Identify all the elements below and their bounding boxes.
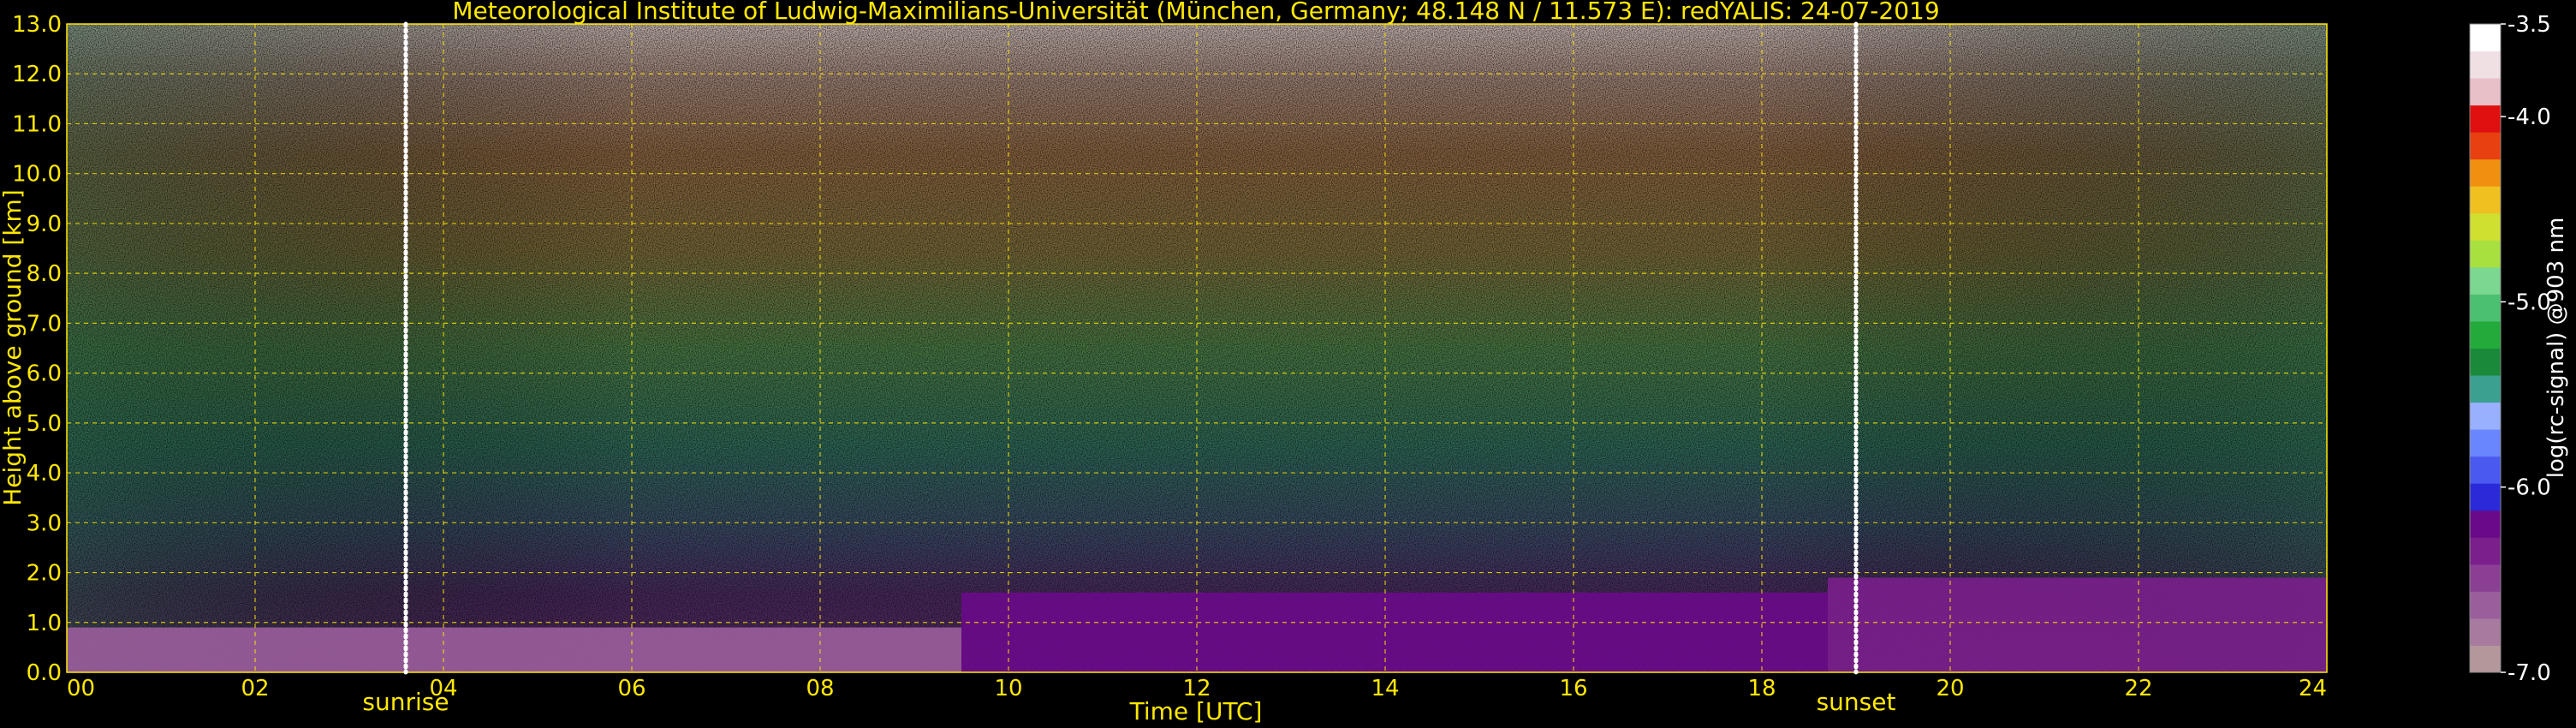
colorbar-segment xyxy=(2470,294,2501,322)
colorbar-segment xyxy=(2470,51,2501,79)
colorbar-segment xyxy=(2470,104,2501,133)
y-tick-label: 1.0 xyxy=(27,611,62,636)
y-tick-label: 8.0 xyxy=(27,261,62,287)
x-tick-label: 20 xyxy=(1936,676,1964,701)
x-tick-label: 14 xyxy=(1371,676,1399,701)
colorbar-segment xyxy=(2470,132,2501,160)
colorbar-segment xyxy=(2470,266,2501,295)
colorbar-segment xyxy=(2470,212,2501,241)
colorbar-segment xyxy=(2470,158,2501,187)
y-tick-label: 12.0 xyxy=(12,62,62,87)
x-tick-label: 02 xyxy=(241,676,269,701)
x-tick-label: 18 xyxy=(1747,676,1776,701)
sunrise-label: sunrise xyxy=(362,688,449,716)
colorbar-segment xyxy=(2470,78,2501,106)
signal-band-2 xyxy=(1828,577,2327,672)
colorbar-segment xyxy=(2470,510,2501,538)
colorbar-segment xyxy=(2470,240,2501,268)
colorbar-segment xyxy=(2470,564,2501,592)
colorbar-segment xyxy=(2470,429,2501,457)
colorbar-tick-label: -7.0 xyxy=(2508,660,2551,686)
x-tick-label: 24 xyxy=(2299,676,2327,701)
colorbar-segment xyxy=(2470,320,2501,349)
colorbar-segment xyxy=(2470,402,2501,430)
colorbar-segment xyxy=(2470,483,2501,511)
x-axis-label: Time [UTC] xyxy=(1129,697,1263,725)
colorbar-label: log(rc-signal) @903 nm xyxy=(2543,218,2569,479)
y-axis-label: Height above ground [km] xyxy=(0,189,27,506)
colorbar-tick-label: -4.0 xyxy=(2508,104,2551,130)
colorbar-segment xyxy=(2470,24,2501,52)
colorbar-segment xyxy=(2470,591,2501,619)
y-tick-label: 10.0 xyxy=(12,162,62,188)
lidar-chart: 0.0 1.0 2.0 3.0 4.0 5.0 6.0 7.0 8.0 9.0 10.0 11.0 12… xyxy=(0,0,2569,725)
y-tick-label: 0.0 xyxy=(27,660,62,686)
chart-title: Meteorological Institute of Ludwig-Maxim… xyxy=(452,0,1939,25)
colorbar-segment xyxy=(2470,618,2501,646)
y-tick-label: 3.0 xyxy=(27,510,62,536)
sunset-label: sunset xyxy=(1817,688,1896,716)
x-tick-label: 00 xyxy=(67,676,95,701)
colorbar-segment xyxy=(2470,456,2501,484)
colorbar-segment xyxy=(2470,375,2501,403)
x-tick-label: 10 xyxy=(994,676,1022,701)
y-tick-label: 4.0 xyxy=(27,461,62,486)
signal-band-0 xyxy=(67,627,961,672)
y-tick-label: 2.0 xyxy=(27,561,62,587)
y-tick-label: 13.0 xyxy=(12,12,62,38)
colorbar-segment xyxy=(2470,537,2501,565)
colorbar-segment xyxy=(2470,645,2501,673)
colorbar-tick-label: -3.5 xyxy=(2508,12,2551,38)
y-tick-label: 11.0 xyxy=(12,111,62,137)
y-tick-label: 6.0 xyxy=(27,361,62,387)
colorbar-segment xyxy=(2470,186,2501,214)
x-tick-label: 08 xyxy=(806,676,834,701)
y-tick-label: 7.0 xyxy=(27,311,62,337)
x-tick-label: 06 xyxy=(617,676,645,701)
colorbar-segment xyxy=(2470,348,2501,376)
x-tick-label: 22 xyxy=(2124,676,2152,701)
x-tick-label: 16 xyxy=(1559,676,1587,701)
y-tick-label: 9.0 xyxy=(27,212,62,237)
signal-band-1 xyxy=(961,592,1828,672)
y-tick-label: 5.0 xyxy=(27,411,62,437)
